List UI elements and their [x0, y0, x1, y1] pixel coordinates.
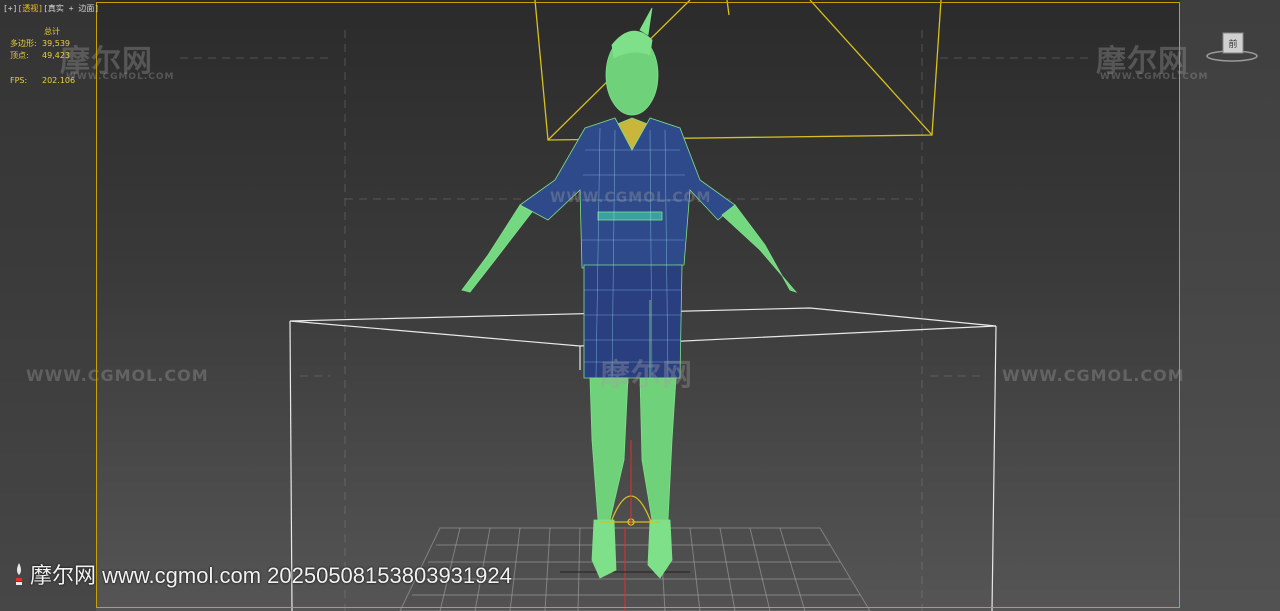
watermark-url-center: WWW.CGMOL.COM	[550, 190, 712, 206]
3d-viewport[interactable]: 摩尔网 WWW.CGMOL.COM 摩尔网 WWW.CGMOL.COM WWW.…	[0, 0, 1280, 611]
bottom-watermark: 摩尔网 www.cgmol.com 20250508153803931924	[14, 558, 512, 590]
viewport-shading-menu[interactable]: [真实 + 边面]	[43, 4, 99, 13]
viewport-label[interactable]: [+][透视][真实 + 边面]	[3, 3, 99, 14]
stats-vertices-value: 49,423	[42, 51, 70, 60]
watermark-site-right: WWW.CGMOL.COM	[1002, 366, 1185, 385]
stats-title: 总计	[44, 27, 60, 36]
camera-frustum	[534, 0, 942, 141]
watermark-logo-center: 摩尔网	[600, 358, 693, 393]
watermark-url-right: WWW.CGMOL.COM	[1100, 72, 1209, 82]
viewcube[interactable]: 前	[1206, 30, 1258, 64]
stats-polygons-label: 多边形:	[10, 39, 37, 48]
watermark-logo-icon	[16, 563, 22, 585]
stats-vertices-label: 顶点:	[10, 51, 29, 60]
character-mesh	[461, 7, 798, 579]
watermark-site-left: WWW.CGMOL.COM	[26, 366, 209, 385]
stats-fps-label: FPS:	[10, 76, 28, 85]
stats-polygons-value: 39,539	[42, 39, 70, 48]
viewport-view-menu[interactable]: [透视]	[17, 4, 43, 13]
viewport-statistics: 总计 多边形: 39,539 顶点: 49,423 FPS: 202.106	[10, 26, 75, 87]
bottom-watermark-text: 摩尔网 www.cgmol.com 20250508153803931924	[30, 563, 512, 588]
scene-canvas[interactable]	[0, 0, 1280, 611]
viewport-menu-plus[interactable]: [+]	[3, 4, 17, 13]
viewcube-icon[interactable]: 前	[1206, 30, 1258, 64]
watermark-url-left: WWW.CGMOL.COM	[66, 72, 175, 82]
stats-fps-value: 202.106	[42, 76, 76, 85]
viewcube-face-label: 前	[1228, 38, 1237, 50]
